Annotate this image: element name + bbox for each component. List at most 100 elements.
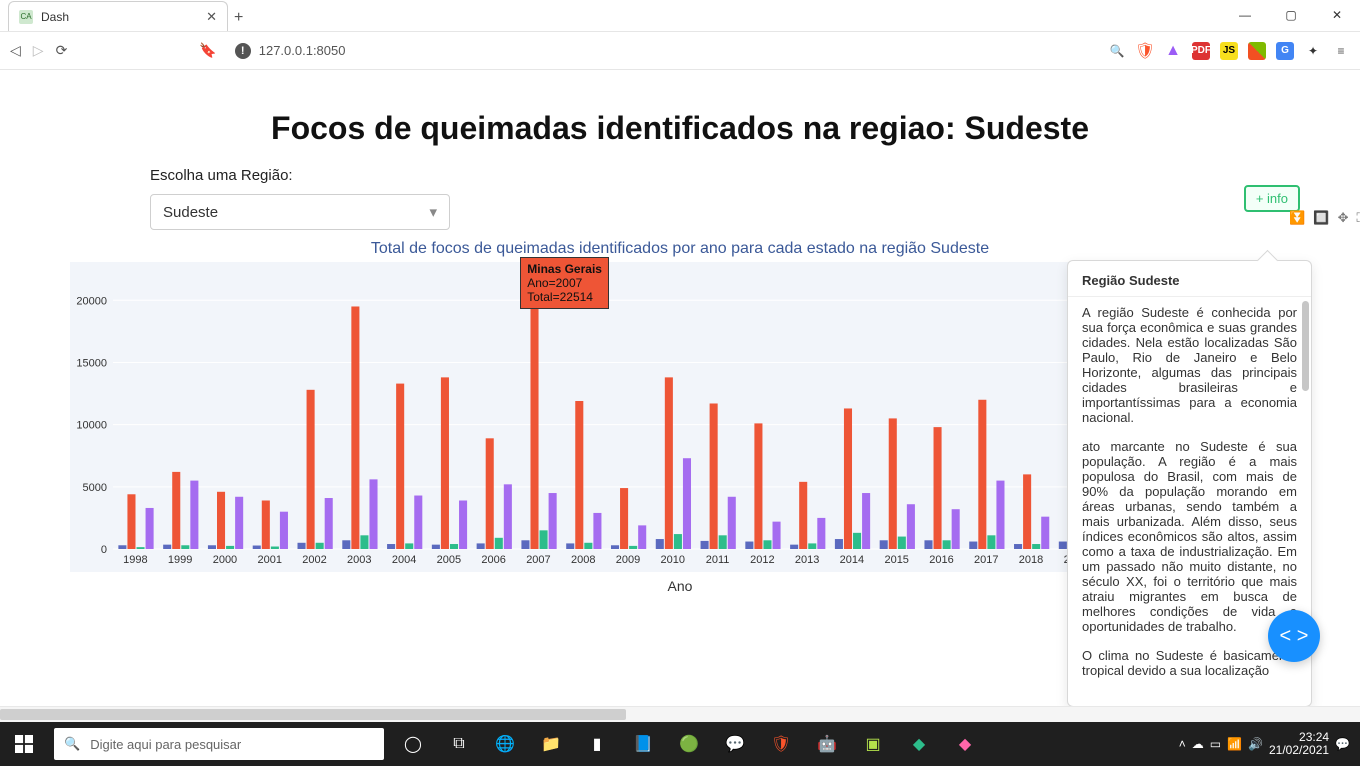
- svg-text:2014: 2014: [840, 554, 864, 566]
- svg-text:1998: 1998: [123, 554, 147, 566]
- popover-paragraph: O clima no Sudeste é basicamente tropica…: [1082, 648, 1297, 678]
- taskbar-search[interactable]: 🔍 Digite aqui para pesquisar: [54, 728, 384, 760]
- tooltip-line1: Ano=2007: [527, 276, 602, 290]
- js-extension-icon[interactable]: JS: [1220, 42, 1238, 60]
- svg-text:10000: 10000: [76, 420, 107, 432]
- dash-devtools-button[interactable]: < >: [1268, 610, 1320, 662]
- modebar-download-icon[interactable]: ⏬: [1289, 210, 1305, 226]
- window-maximize-button[interactable]: ▢: [1268, 0, 1314, 31]
- taskbar-terminal-icon[interactable]: ▮: [574, 722, 620, 766]
- chart-title: Total de focos de queimadas identificado…: [60, 240, 1300, 258]
- tray-battery-icon[interactable]: ▭: [1210, 737, 1221, 751]
- taskbar-brave-icon[interactable]: 🛡: [758, 722, 804, 766]
- svg-text:20000: 20000: [76, 295, 107, 307]
- browser-toolbar: ◁ ▷ ⟳ 🔖 ! 127.0.0.1:8050 🔍 🛡 ▲ PDF JS G …: [0, 32, 1360, 70]
- svg-text:2008: 2008: [571, 554, 595, 566]
- modebar-zoom-icon[interactable]: 🔲: [1313, 210, 1329, 226]
- svg-text:2001: 2001: [257, 554, 281, 566]
- pdf-extension-icon[interactable]: PDF: [1192, 42, 1210, 60]
- popover-paragraph: ato marcante no Sudeste é sua população.…: [1082, 439, 1297, 634]
- page-title: Focos de queimadas identificados na regi…: [60, 110, 1300, 147]
- page-scrollbar-thumb[interactable]: [0, 709, 626, 720]
- nav-back-button[interactable]: ◁: [10, 42, 21, 59]
- popover-scrollbar-thumb[interactable]: [1302, 301, 1309, 391]
- svg-text:2007: 2007: [526, 554, 550, 566]
- extension-icons: 🔍 🛡 ▲ PDF JS G ✦ ≡: [1108, 42, 1350, 60]
- svg-text:2012: 2012: [750, 554, 774, 566]
- svg-text:2002: 2002: [302, 554, 326, 566]
- window-minimize-button[interactable]: —: [1222, 0, 1268, 31]
- popover-title: Região Sudeste: [1068, 261, 1311, 297]
- svg-text:2006: 2006: [481, 554, 505, 566]
- region-select-value: Sudeste: [163, 204, 218, 221]
- controls-row: Escolha uma Região: Sudeste ▾ + info: [60, 167, 1300, 230]
- bookmark-icon[interactable]: 🔖: [199, 42, 216, 59]
- chart-tooltip: Minas Gerais Ano=2007 Total=22514: [520, 257, 609, 309]
- region-select-label: Escolha uma Região:: [150, 167, 450, 184]
- address-bar[interactable]: ! 127.0.0.1:8050: [229, 43, 1096, 59]
- taskbar-apps: ◯ ⧉ 🌐 📁 ▮ 📘 🟢 💬 🛡 🤖 ▣ ◆ ◆: [390, 722, 988, 766]
- svg-text:2005: 2005: [437, 554, 461, 566]
- windows-taskbar: 🔍 Digite aqui para pesquisar ◯ ⧉ 🌐 📁 ▮ 📘…: [0, 722, 1360, 766]
- nav-forward-button[interactable]: ▷: [33, 42, 44, 59]
- taskbar-explorer-icon[interactable]: 📁: [528, 722, 574, 766]
- svg-text:2018: 2018: [1019, 554, 1043, 566]
- region-select[interactable]: Sudeste ▾: [150, 194, 450, 230]
- new-tab-button[interactable]: +: [234, 9, 243, 31]
- svg-text:2016: 2016: [929, 554, 953, 566]
- tab-close-icon[interactable]: ✕: [206, 9, 217, 25]
- svg-text:2009: 2009: [616, 554, 640, 566]
- brave-shield-icon[interactable]: 🛡: [1136, 42, 1154, 60]
- taskbar-edge-icon[interactable]: 🌐: [482, 722, 528, 766]
- page-horizontal-scrollbar[interactable]: [0, 706, 1360, 722]
- svg-text:2011: 2011: [706, 554, 730, 566]
- svg-text:2010: 2010: [661, 554, 685, 566]
- taskbar-pycharm-icon[interactable]: ▣: [850, 722, 896, 766]
- tray-wifi-icon[interactable]: 📶: [1227, 737, 1242, 751]
- modebar-select-icon[interactable]: ⛶: [1357, 210, 1360, 226]
- browser-tab[interactable]: CA Dash ✕: [8, 1, 228, 31]
- window-controls: — ▢ ✕: [1222, 0, 1360, 31]
- url-text: 127.0.0.1:8050: [259, 43, 346, 58]
- svg-text:15000: 15000: [76, 357, 107, 369]
- svg-text:5000: 5000: [83, 482, 107, 494]
- tray-chevron-up-icon[interactable]: ˄: [1179, 737, 1186, 751]
- window-close-button[interactable]: ✕: [1314, 0, 1360, 31]
- chevron-down-icon: ▾: [429, 203, 437, 221]
- taskbar-chrome-icon[interactable]: 🟢: [666, 722, 712, 766]
- modebar-pan-icon[interactable]: ✥: [1338, 210, 1349, 226]
- svg-text:2003: 2003: [347, 554, 371, 566]
- taskbar-android-icon[interactable]: 🤖: [804, 722, 850, 766]
- taskbar-app2-icon[interactable]: ◆: [942, 722, 988, 766]
- bat-icon[interactable]: ▲: [1164, 42, 1182, 60]
- zoom-icon[interactable]: 🔍: [1108, 42, 1126, 60]
- tooltip-series: Minas Gerais: [527, 262, 602, 276]
- taskbar-discord-icon[interactable]: 💬: [712, 722, 758, 766]
- svg-text:2000: 2000: [213, 554, 237, 566]
- taskbar-tray: ˄ ☁ ▭ 📶 🔊 23:24 21/02/2021 💬: [1179, 731, 1360, 757]
- plot-area[interactable]: 0500010000150002000019981999200020012002…: [70, 262, 1150, 572]
- svg-text:1999: 1999: [168, 554, 192, 566]
- browser-menu-button[interactable]: ≡: [1332, 42, 1350, 60]
- taskbar-clock[interactable]: 23:24 21/02/2021: [1269, 731, 1329, 757]
- tray-sound-icon[interactable]: 🔊: [1248, 737, 1263, 751]
- taskbar-notes-icon[interactable]: 📘: [620, 722, 666, 766]
- tray-cloud-icon[interactable]: ☁: [1192, 737, 1204, 751]
- tray-notifications-icon[interactable]: 💬: [1335, 737, 1350, 751]
- plotly-modebar: ⏬ 🔲 ✥ ⛶ 🏠 ↔ ↺ ▥: [1289, 210, 1360, 226]
- google-translate-icon[interactable]: G: [1276, 42, 1294, 60]
- clock-date: 21/02/2021: [1269, 744, 1329, 757]
- taskbar-cortana-icon[interactable]: ◯: [390, 722, 436, 766]
- svg-text:2013: 2013: [795, 554, 819, 566]
- nav-reload-button[interactable]: ⟳: [56, 42, 68, 59]
- taskbar-app-icon[interactable]: ◆: [896, 722, 942, 766]
- popover-paragraph: A região Sudeste é conhecida por sua for…: [1082, 305, 1297, 425]
- taskbar-taskview-icon[interactable]: ⧉: [436, 722, 482, 766]
- site-info-icon[interactable]: !: [235, 43, 251, 59]
- ms-extension-icon[interactable]: [1248, 42, 1266, 60]
- start-button[interactable]: [0, 735, 48, 753]
- info-button[interactable]: + info: [1244, 185, 1300, 212]
- page-content: Focos de queimadas identificados na regi…: [0, 70, 1360, 722]
- search-placeholder: Digite aqui para pesquisar: [90, 737, 241, 752]
- extensions-button[interactable]: ✦: [1304, 42, 1322, 60]
